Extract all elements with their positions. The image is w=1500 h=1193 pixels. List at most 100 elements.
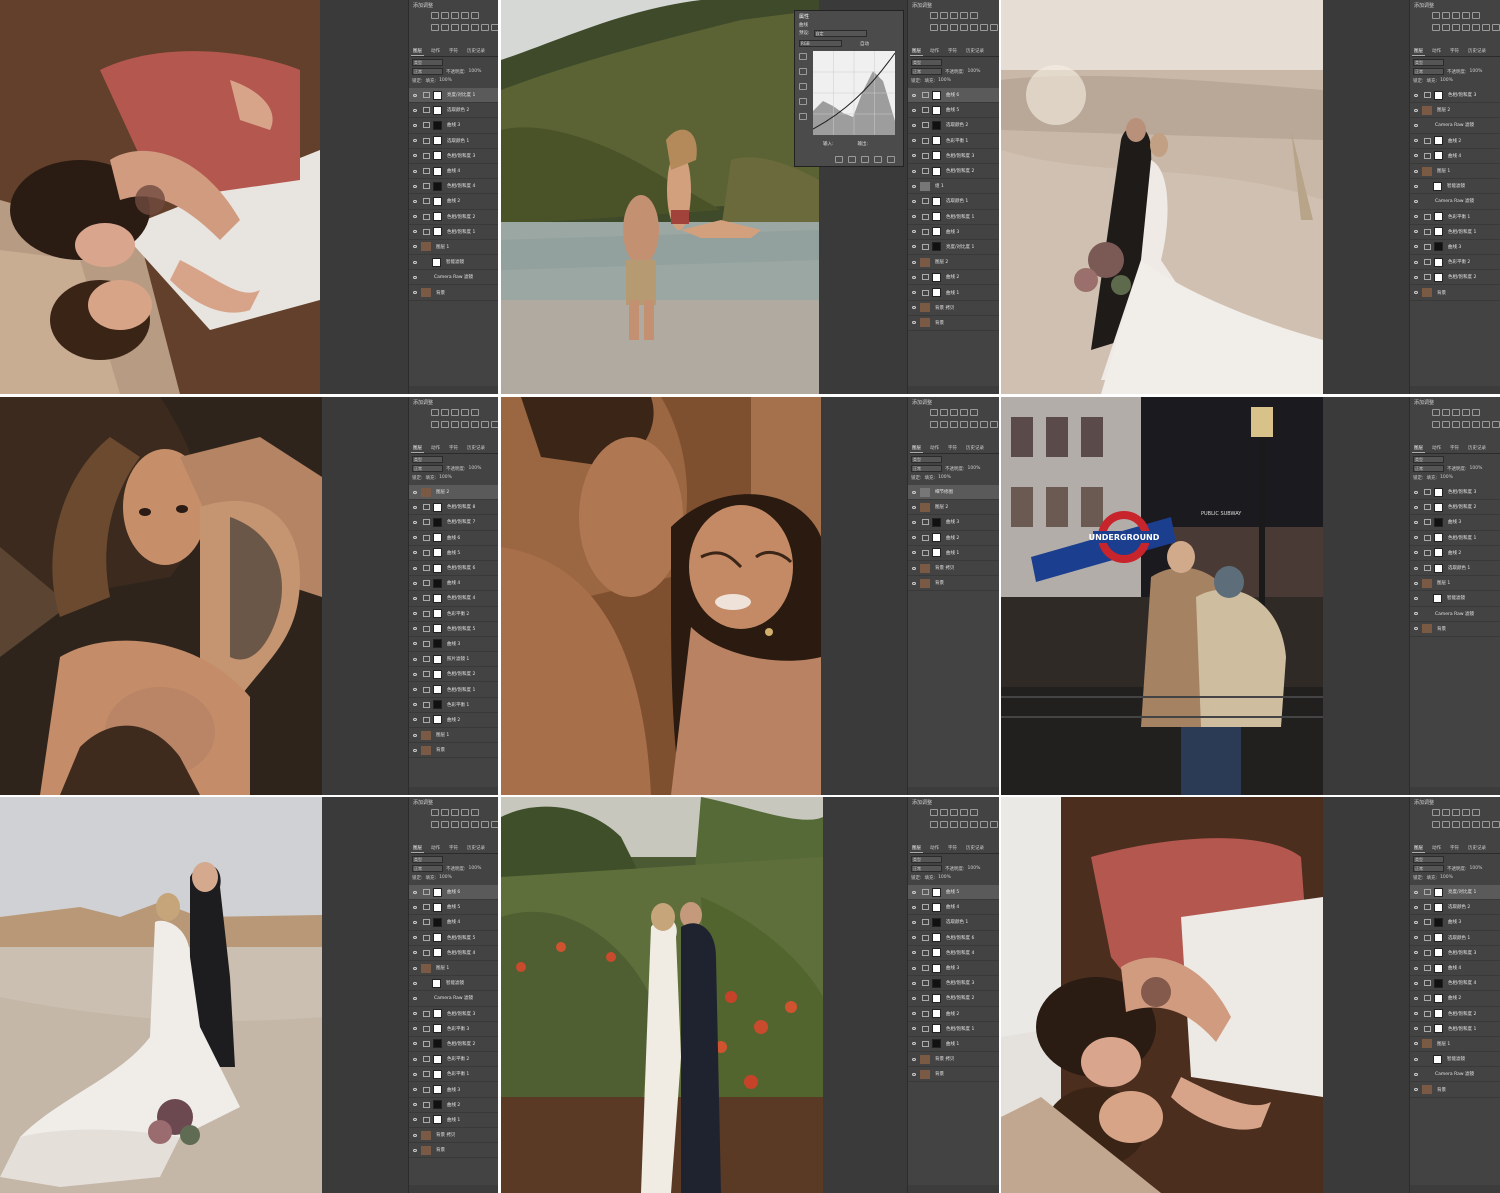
adjustment-icon[interactable] xyxy=(950,12,958,19)
eye-icon[interactable] xyxy=(912,1012,916,1016)
tab-3[interactable]: 历史记录 xyxy=(465,48,487,56)
filter-mask-thumbnail[interactable] xyxy=(432,978,441,988)
layer-thumbnail[interactable] xyxy=(920,487,930,497)
layer-thumbnail[interactable] xyxy=(920,257,930,267)
eye-icon[interactable] xyxy=(1414,199,1418,203)
eye-icon[interactable] xyxy=(912,321,916,325)
adjustment-icon[interactable] xyxy=(950,821,958,828)
eye-icon[interactable] xyxy=(1414,1042,1418,1046)
layer-row[interactable]: 曲线 5 xyxy=(908,103,999,119)
adjustment-icon[interactable] xyxy=(431,409,439,416)
eye-icon[interactable] xyxy=(912,108,916,112)
layer-mask-thumbnail[interactable] xyxy=(932,288,941,298)
tab-0[interactable]: 图层 xyxy=(910,845,923,853)
layer-mask-thumbnail[interactable] xyxy=(932,212,941,222)
tab-2[interactable]: 字符 xyxy=(447,845,460,853)
layer-mask-thumbnail[interactable] xyxy=(1434,533,1443,543)
layer-thumbnail[interactable] xyxy=(1422,166,1432,176)
layer-thumbnail[interactable] xyxy=(1422,578,1432,588)
eye-icon[interactable] xyxy=(413,966,417,970)
eye-icon[interactable] xyxy=(413,951,417,955)
eye-icon[interactable] xyxy=(413,733,417,737)
layer-mask-thumbnail[interactable] xyxy=(932,948,941,958)
adjustment-icon[interactable] xyxy=(940,821,948,828)
blend-mode-select[interactable]: 正常 xyxy=(1413,68,1444,75)
layer-row[interactable]: 曲线 3 xyxy=(1410,915,1500,931)
tab-0[interactable]: 图层 xyxy=(910,445,923,453)
eye-toggle-icon[interactable] xyxy=(874,156,882,163)
layer-mask-thumbnail[interactable] xyxy=(1434,902,1443,912)
adjustment-icon[interactable] xyxy=(970,24,978,31)
layer-mask-thumbnail[interactable] xyxy=(932,151,941,161)
layer-row[interactable]: 背景 xyxy=(1410,622,1500,637)
preset-select[interactable]: 自定 xyxy=(813,30,867,37)
layer-mask-thumbnail[interactable] xyxy=(932,1039,941,1049)
layer-thumbnail[interactable] xyxy=(920,181,930,191)
adjustment-icon[interactable] xyxy=(1442,821,1450,828)
blend-mode-select[interactable]: 正常 xyxy=(911,465,942,472)
eyedropper-gray-icon[interactable] xyxy=(799,98,807,105)
layer-mask-thumbnail[interactable] xyxy=(932,533,941,543)
layer-row[interactable]: 图层 2 xyxy=(1410,103,1500,119)
tab-1[interactable]: 动作 xyxy=(429,445,442,453)
adjustment-icon[interactable] xyxy=(1492,421,1500,428)
adjustment-icon[interactable] xyxy=(461,809,469,816)
layer-thumbnail[interactable] xyxy=(920,578,930,588)
layer-mask-thumbnail[interactable] xyxy=(932,242,941,252)
eye-icon[interactable] xyxy=(413,291,417,295)
layer-row[interactable]: 选取颜色 1 xyxy=(908,194,999,210)
tab-2[interactable]: 字符 xyxy=(447,48,460,56)
eye-icon[interactable] xyxy=(912,275,916,279)
eye-icon[interactable] xyxy=(413,581,417,585)
adjustment-icon[interactable] xyxy=(1472,809,1480,816)
eye-icon[interactable] xyxy=(413,596,417,600)
layer-mask-thumbnail[interactable] xyxy=(1434,212,1443,222)
tab-1[interactable]: 动作 xyxy=(1430,845,1443,853)
adjustment-icon[interactable] xyxy=(1472,409,1480,416)
curve-graph[interactable] xyxy=(813,51,895,135)
adjustment-icon[interactable] xyxy=(960,12,968,19)
layer-thumbnail[interactable] xyxy=(1422,288,1432,298)
layer-row[interactable]: 色相/饱和度 5 xyxy=(409,931,498,946)
layer-mask-thumbnail[interactable] xyxy=(433,533,442,543)
eye-icon[interactable] xyxy=(912,566,916,570)
layer-row[interactable]: 色相/饱和度 7 xyxy=(409,515,498,531)
layer-mask-thumbnail[interactable] xyxy=(433,90,442,100)
layer-row[interactable]: 色彩平衡 1 xyxy=(908,134,999,149)
layer-row[interactable]: 图层 1 xyxy=(409,728,498,744)
adjustment-icon[interactable] xyxy=(970,409,978,416)
layer-row[interactable]: Camera Raw 滤镜 xyxy=(1410,194,1500,210)
layer-mask-thumbnail[interactable] xyxy=(1434,502,1443,512)
adjustment-icon[interactable] xyxy=(431,821,439,828)
filter-mask-thumbnail[interactable] xyxy=(1433,181,1442,191)
eye-icon[interactable] xyxy=(413,905,417,909)
eye-icon[interactable] xyxy=(413,1148,417,1152)
eye-icon[interactable] xyxy=(413,996,417,1000)
adjustment-icon[interactable] xyxy=(1442,12,1450,19)
layer-row[interactable]: 色彩平衡 3 xyxy=(409,1022,498,1037)
adjustment-icon[interactable] xyxy=(990,821,998,828)
layer-mask-thumbnail[interactable] xyxy=(1434,563,1443,573)
eye-icon[interactable] xyxy=(413,748,417,752)
layer-mask-thumbnail[interactable] xyxy=(433,700,442,710)
tab-0[interactable]: 图层 xyxy=(1412,445,1425,453)
eye-icon[interactable] xyxy=(912,184,916,188)
layer-mask-thumbnail[interactable] xyxy=(433,212,442,222)
adjustment-icon[interactable] xyxy=(1452,12,1460,19)
layer-row[interactable]: 背景 xyxy=(409,285,498,301)
layer-row[interactable]: 曲线 6 xyxy=(409,531,498,546)
eye-icon[interactable] xyxy=(413,688,417,692)
layer-row[interactable]: 色相/饱和度 6 xyxy=(908,931,999,946)
layer-mask-thumbnail[interactable] xyxy=(433,624,442,634)
layer-row[interactable]: 色相/饱和度 3 xyxy=(1410,946,1500,961)
opacity-value[interactable]: 100% xyxy=(968,466,981,471)
layer-row[interactable]: 色相/饱和度 3 xyxy=(409,1007,498,1022)
eye-icon[interactable] xyxy=(912,1027,916,1031)
tab-3[interactable]: 历史记录 xyxy=(465,845,487,853)
fill-value[interactable]: 100% xyxy=(938,475,951,480)
layer-row[interactable]: 曲线 3 xyxy=(908,961,999,977)
adjustment-icon[interactable] xyxy=(990,421,998,428)
layer-row[interactable]: 亮度/对比度 1 xyxy=(409,88,498,104)
eye-icon[interactable] xyxy=(912,581,916,585)
kind-filter-select[interactable]: 类型 xyxy=(911,59,942,66)
